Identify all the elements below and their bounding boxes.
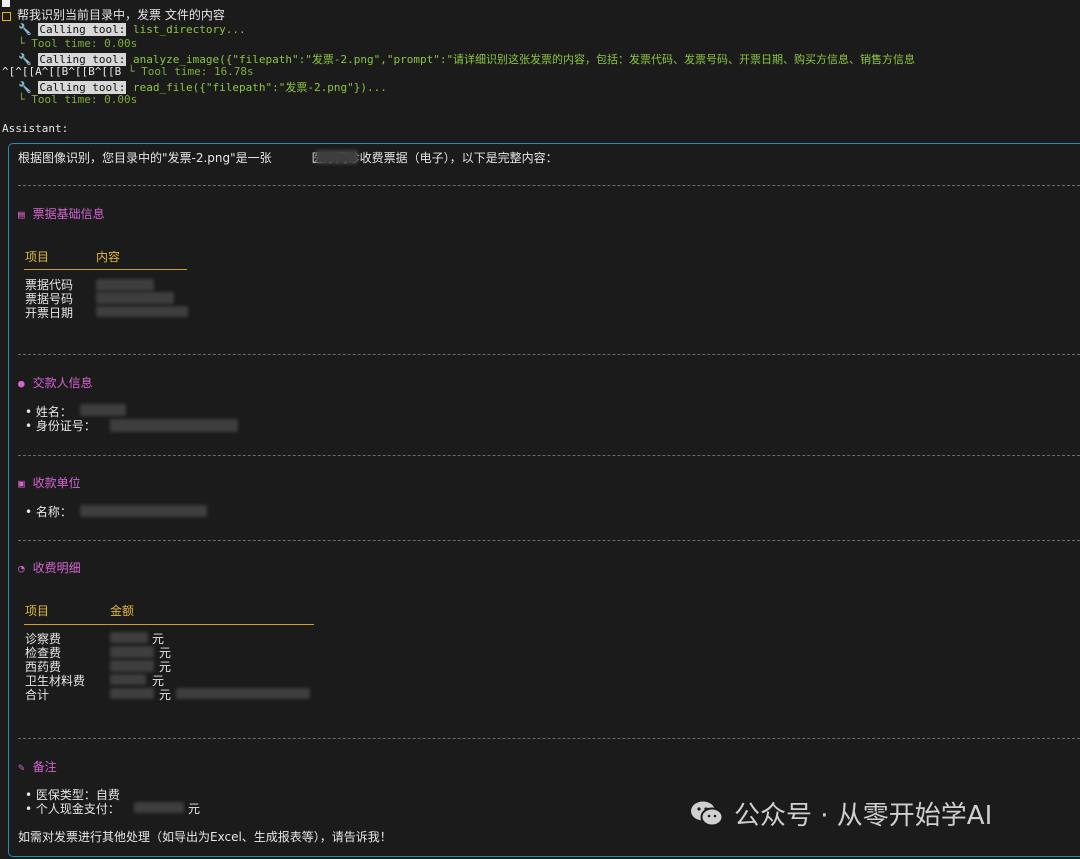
section-payee-heading: ▣ 收款单位 — [18, 474, 81, 491]
redaction-blur — [110, 419, 238, 432]
assistant-label: Assistant: — [2, 122, 69, 135]
redaction-blur — [110, 632, 148, 643]
section-basic-heading: ▤ 票据基础信息 — [18, 205, 105, 222]
table-header-item: 项目 — [25, 604, 50, 618]
table-row: 开票日期 — [25, 306, 74, 320]
redaction-blur — [110, 646, 154, 658]
tool-call-1: 🔧 Calling tool: list_directory... — [18, 23, 246, 36]
fee-row-name: 合计 — [25, 688, 50, 702]
intro-line: 根据图像识别，您目录中的"发票-2.png"是一张 医疗门诊收费票据（电子），以下… — [18, 149, 558, 166]
wechat-icon — [691, 801, 724, 827]
calling-tool-label: Calling tool: — [38, 23, 127, 36]
redaction-blur — [316, 150, 358, 164]
divider — [18, 185, 1080, 186]
divider — [18, 455, 1080, 456]
list-item: • 名称： — [25, 505, 72, 519]
tool-time-1: └ Tool time: 0.00s — [18, 37, 137, 50]
list-item: • 身份证号： — [25, 419, 96, 433]
redaction-blur — [80, 505, 207, 517]
divider — [18, 354, 1080, 355]
section-title: 备注 — [32, 760, 57, 774]
section-title: 收费明细 — [32, 561, 81, 575]
assistant-response-panel — [8, 143, 1080, 857]
fee-unit: 元 — [159, 688, 172, 702]
divider — [18, 738, 1080, 739]
tree-corner-icon: └ — [18, 37, 32, 50]
table-header-rule — [24, 269, 187, 270]
memo-icon: ✎ — [18, 761, 25, 774]
tool-time-3: └ Tool time: 0.00s — [18, 93, 137, 106]
tool-time-2: ^[^[[A^[[B^[[B^[[B └ Tool time: 16.78s — [2, 65, 254, 78]
redaction-blur — [80, 404, 126, 416]
building-icon: ▣ — [18, 477, 25, 490]
watermark: 公众号 · 从零开始学AI — [690, 795, 992, 832]
watermark-text: 公众号 · 从零开始学AI — [734, 801, 993, 831]
user-prompt-line: 帮我识别当前目录中，发票 文件的内容 — [2, 6, 225, 23]
list-item: • 个人现金支付： — [25, 802, 120, 816]
list-item-text: 个人现金支付： — [35, 802, 120, 816]
list-item-text: 身份证号： — [35, 419, 96, 433]
receipt-icon: ▤ — [18, 208, 25, 221]
table-header-amount: 金额 — [110, 604, 135, 618]
divider — [18, 540, 1080, 541]
section-payer-heading: ● 交款人信息 — [18, 374, 93, 391]
redaction-blur — [96, 306, 188, 317]
section-notes-heading: ✎ 备注 — [18, 758, 57, 775]
tool-call-text: read_file({"filepath":"发票-2.png"})... — [133, 81, 387, 94]
table-header-rule — [24, 624, 314, 625]
tool-time-text: Tool time: 16.78s — [141, 65, 254, 78]
tree-corner-icon: └ — [18, 93, 32, 106]
user-prompt: 帮我识别当前目录中，发票 文件的内容 — [17, 8, 225, 22]
redaction-blur — [96, 279, 154, 291]
prompt-marker-icon — [2, 11, 11, 21]
tree-corner-icon: └ — [127, 65, 142, 78]
redaction-blur — [96, 292, 174, 304]
tool-call-text: list_directory... — [133, 23, 246, 36]
table-header-content: 内容 — [96, 250, 121, 264]
tool-time-text: Tool time: 0.00s — [31, 93, 138, 106]
person-icon: ● — [18, 377, 25, 390]
escape-sequence: ^[^[[A^[[B^[[B^[[B — [2, 65, 122, 78]
section-title: 票据基础信息 — [32, 207, 105, 221]
redaction-blur — [110, 660, 154, 672]
redaction-blur — [110, 674, 146, 685]
redaction-blur — [134, 802, 184, 813]
section-title: 收款单位 — [32, 476, 81, 490]
footer-text: 如需对发票进行其他处理（如导出为Excel、生成报表等），请告诉我！ — [18, 830, 392, 844]
list-item-text: 名称： — [35, 505, 72, 519]
section-fees-heading: ◔ 收费明细 — [18, 559, 81, 576]
redaction-blur — [176, 688, 310, 699]
notes-unit: 元 — [188, 802, 201, 816]
wrench-icon: 🔧 — [18, 23, 32, 36]
intro-prefix: 根据图像识别，您目录中的"发票-2.png"是一张 — [18, 151, 272, 165]
tool-time-text: Tool time: 0.00s — [31, 37, 138, 50]
section-title: 交款人信息 — [32, 376, 93, 390]
table-header-item: 项目 — [25, 250, 50, 264]
money-icon: ◔ — [18, 562, 25, 575]
redaction-blur — [110, 688, 154, 699]
